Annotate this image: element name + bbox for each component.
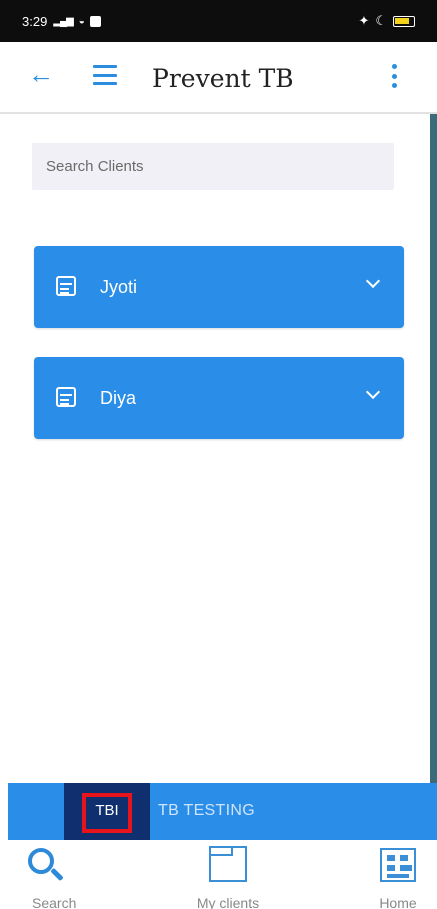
more-options-icon[interactable] [390, 64, 398, 88]
app-bar: ← Prevent TB [0, 42, 437, 114]
calendar-icon [56, 387, 76, 407]
notification-icon [89, 15, 101, 27]
nav-my-clients[interactable]: My clients [193, 840, 263, 909]
bottom-nav: Search My clients Home [0, 840, 437, 909]
highlight-box [82, 793, 132, 833]
status-bar: 3:29 ▂▄▆ ◒ ✦ ☾ [0, 0, 437, 42]
tab-tbi[interactable]: TBI [64, 783, 150, 840]
chevron-down-icon[interactable] [365, 384, 381, 400]
page-title: Prevent TB [152, 64, 294, 93]
client-card-jyoti[interactable]: Jyoti [34, 246, 404, 328]
client-card-diya[interactable]: Diya [34, 357, 404, 439]
nav-home[interactable]: Home [370, 840, 426, 909]
scroll-rail [430, 114, 437, 784]
home-icon [380, 848, 416, 882]
nav-my-clients-label: My clients [196, 895, 260, 909]
nav-search[interactable]: Search [20, 840, 90, 909]
back-arrow-icon[interactable]: ← [28, 61, 54, 88]
chevron-down-icon[interactable] [365, 273, 381, 289]
client-name: Jyoti [100, 276, 138, 297]
nav-search-label: Search [32, 895, 77, 909]
tab-tb-testing[interactable]: TB TESTING [158, 802, 255, 820]
nav-home-label: Home [379, 895, 417, 909]
hamburger-menu-icon[interactable] [93, 65, 117, 85]
signal-icon: ▂▄▆ [53, 15, 73, 27]
moon-icon: ☾ [375, 13, 387, 28]
alarm-icon: ✦ [358, 13, 370, 28]
clients-icon [209, 846, 247, 882]
battery-icon [393, 15, 415, 27]
wifi-icon: ◒ [78, 15, 85, 27]
status-left: 3:29 ▂▄▆ ◒ [22, 14, 101, 29]
tab-strip: TBI TB TESTING [8, 783, 437, 840]
calendar-icon [56, 276, 76, 296]
status-time: 3:29 [22, 13, 48, 29]
search-clients-input[interactable] [32, 143, 394, 190]
status-right: ✦ ☾ [358, 13, 415, 29]
client-name: Diya [100, 387, 137, 408]
